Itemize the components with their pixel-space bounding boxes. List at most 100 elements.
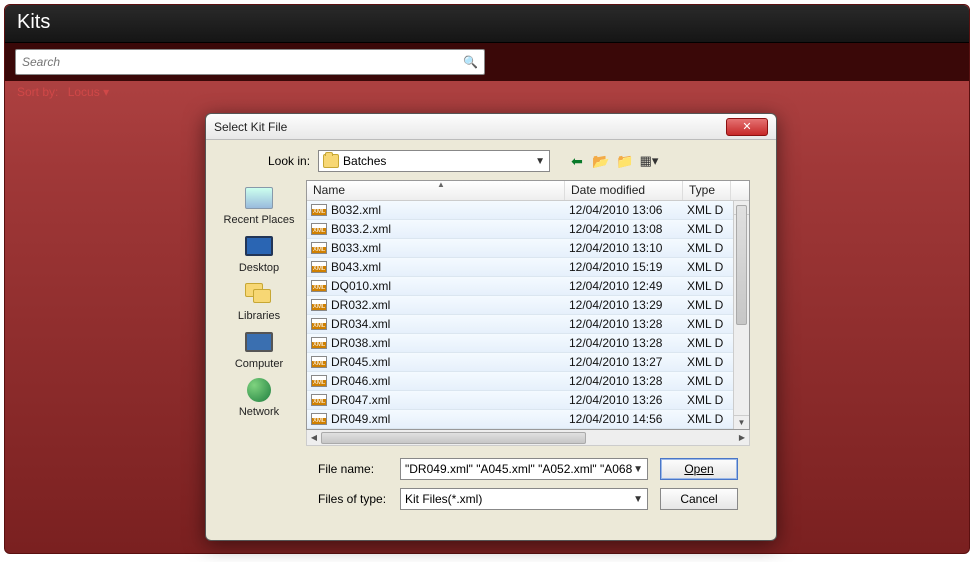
open-button[interactable]: Open — [660, 458, 738, 480]
up-folder-button[interactable]: 📂 — [592, 152, 610, 170]
views-icon: ▦▾ — [640, 153, 659, 169]
file-list[interactable]: Name ▲ Date modified Type B032.xml12/04/… — [306, 180, 750, 430]
xml-file-icon — [311, 413, 327, 425]
arrow-left-icon: ⬅ — [571, 153, 583, 170]
horizontal-scrollbar[interactable]: ◀ ▶ — [306, 430, 750, 446]
xml-file-icon — [311, 223, 327, 235]
scroll-left-icon[interactable]: ◀ — [307, 431, 321, 445]
file-date: 12/04/2010 13:28 — [565, 336, 683, 350]
xml-file-icon — [311, 318, 327, 330]
chevron-down-icon: ▼ — [535, 156, 545, 167]
file-open-dialog: Select Kit File ✕ Look in: Batches ▼ ⬅ 📂… — [205, 113, 777, 541]
file-row[interactable]: B043.xml 12/04/2010 15:19XML D — [307, 258, 749, 277]
place-label: Computer — [235, 358, 283, 370]
place-libraries[interactable]: Libraries — [238, 280, 280, 322]
chevron-down-icon: ▼ — [633, 464, 643, 475]
col-header-type[interactable]: Type — [683, 181, 731, 200]
file-date: 12/04/2010 14:56 — [565, 412, 683, 426]
file-date: 12/04/2010 13:29 — [565, 298, 683, 312]
close-icon: ✕ — [742, 120, 751, 133]
search-box[interactable]: 🔍 — [15, 49, 485, 75]
vertical-scrollbar[interactable]: ▲ ▼ — [733, 201, 749, 429]
sort-asc-icon: ▲ — [437, 180, 445, 189]
xml-file-icon — [311, 375, 327, 387]
file-row[interactable]: B033.xml12/04/2010 13:10XML D — [307, 239, 749, 258]
file-name: DR038.xml — [331, 336, 390, 350]
place-label: Recent Places — [224, 214, 295, 226]
search-icon[interactable]: 🔍 — [463, 55, 478, 69]
chevron-down-icon: ▾ — [103, 85, 109, 99]
filename-input[interactable]: "DR049.xml" "A045.xml" "A052.xml" "A068.… — [400, 458, 648, 480]
desktop-icon — [245, 236, 273, 256]
place-desktop[interactable]: Desktop — [239, 232, 279, 274]
file-row[interactable]: DR032.xml12/04/2010 13:29XML D — [307, 296, 749, 315]
xml-file-icon — [311, 299, 327, 311]
folder-icon — [323, 154, 339, 168]
file-row[interactable]: DR047.xml 12/04/2010 13:26XML D — [307, 391, 749, 410]
place-computer[interactable]: Computer — [235, 328, 283, 370]
sort-value[interactable]: Locus ▾ — [68, 85, 109, 99]
file-row[interactable]: DR045.xml12/04/2010 13:27XML D — [307, 353, 749, 372]
file-date: 12/04/2010 13:26 — [565, 393, 683, 407]
xml-file-icon — [311, 356, 327, 368]
file-type: XML D — [683, 222, 731, 236]
file-date: 12/04/2010 13:10 — [565, 241, 683, 255]
file-date: 12/04/2010 13:27 — [565, 355, 683, 369]
xml-file-icon — [311, 280, 327, 292]
lookin-combo[interactable]: Batches ▼ — [318, 150, 550, 172]
file-row[interactable]: DR046.xml12/04/2010 13:28XML D — [307, 372, 749, 391]
file-type: XML D — [683, 260, 731, 274]
scroll-thumb[interactable] — [736, 205, 747, 325]
file-row[interactable]: B033.2.xml 12/04/2010 13:08XML D — [307, 220, 749, 239]
hscroll-thumb[interactable] — [321, 432, 586, 444]
file-name: B033.2.xml — [331, 222, 391, 236]
file-name: DR046.xml — [331, 374, 390, 388]
file-row[interactable]: DR038.xml 12/04/2010 13:28XML D — [307, 334, 749, 353]
place-recent[interactable]: Recent Places — [224, 184, 295, 226]
place-label: Network — [239, 406, 279, 418]
filetype-label: Files of type: — [318, 492, 388, 506]
close-button[interactable]: ✕ — [726, 118, 768, 136]
back-button[interactable]: ⬅ — [568, 152, 586, 170]
place-network[interactable]: Network — [239, 376, 279, 418]
file-type: XML D — [683, 355, 731, 369]
scroll-down-icon[interactable]: ▼ — [734, 415, 749, 429]
file-name: B032.xml — [331, 203, 381, 217]
search-input[interactable] — [22, 55, 463, 69]
col-header-date[interactable]: Date modified — [565, 181, 683, 200]
cancel-button[interactable]: Cancel — [660, 488, 738, 510]
file-type: XML D — [683, 203, 731, 217]
file-type: XML D — [683, 336, 731, 350]
file-name: DQ010.xml — [331, 279, 391, 293]
file-date: 12/04/2010 13:28 — [565, 374, 683, 388]
file-name: B043.xml — [331, 260, 381, 274]
filetype-combo[interactable]: Kit Files(*.xml) ▼ — [400, 488, 648, 510]
xml-file-icon — [311, 261, 327, 273]
xml-file-icon — [311, 394, 327, 406]
file-type: XML D — [683, 241, 731, 255]
file-row[interactable]: DQ010.xml12/04/2010 12:49XML D — [307, 277, 749, 296]
file-type: XML D — [683, 298, 731, 312]
network-icon — [247, 378, 271, 402]
file-row[interactable]: DR034.xml12/04/2010 13:28XML D — [307, 315, 749, 334]
place-label: Libraries — [238, 310, 280, 322]
new-folder-button[interactable]: 📁 — [616, 152, 634, 170]
file-date: 12/04/2010 12:49 — [565, 279, 683, 293]
file-date: 12/04/2010 13:08 — [565, 222, 683, 236]
file-type: XML D — [683, 412, 731, 426]
file-row[interactable]: DR049.xml12/04/2010 14:56XML D — [307, 410, 749, 429]
app-title: Kits — [5, 5, 969, 43]
views-button[interactable]: ▦▾ — [640, 152, 658, 170]
recent-icon — [245, 187, 273, 209]
file-type: XML D — [683, 393, 731, 407]
file-date: 12/04/2010 15:19 — [565, 260, 683, 274]
lookin-value: Batches — [343, 154, 386, 168]
file-row[interactable]: B032.xml12/04/2010 13:06XML D — [307, 201, 749, 220]
computer-icon — [245, 332, 273, 352]
chevron-down-icon: ▼ — [633, 494, 643, 505]
scroll-right-icon[interactable]: ▶ — [735, 431, 749, 445]
place-label: Desktop — [239, 262, 279, 274]
new-folder-icon: 📁 — [616, 153, 633, 170]
file-name: DR047.xml — [331, 393, 390, 407]
col-header-name[interactable]: Name ▲ — [307, 181, 565, 200]
